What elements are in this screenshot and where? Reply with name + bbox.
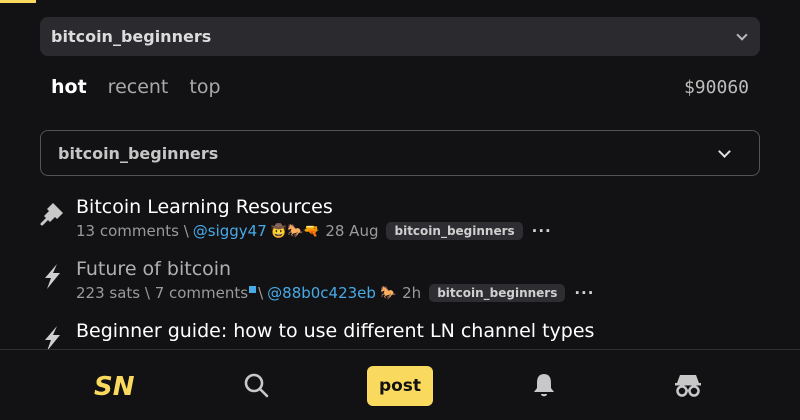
bell-icon[interactable]: [532, 372, 556, 398]
user-badges: 🐎: [379, 285, 397, 301]
tab-top[interactable]: top: [189, 76, 220, 98]
item-meta: 223 sats \ 7 comments \ @88b0c423eb 🐎 2h…: [76, 284, 594, 302]
item-user[interactable]: @88b0c423eb: [267, 284, 376, 302]
bottom-nav: SN post: [0, 349, 800, 420]
tab-recent[interactable]: recent: [108, 76, 169, 98]
item-time[interactable]: 28 Aug: [325, 222, 378, 240]
territory-select-value: bitcoin_beginners: [51, 27, 212, 46]
user-badges: 🤠🐎🔫: [270, 223, 320, 239]
item-title[interactable]: Beginner guide: how to use different LN …: [76, 320, 594, 342]
btc-price[interactable]: $90060: [684, 77, 749, 98]
item-time[interactable]: 2h: [402, 284, 421, 302]
territory-badge[interactable]: bitcoin_beginners: [429, 284, 566, 302]
item-comments[interactable]: 13 comments \: [76, 222, 189, 240]
more-options-icon[interactable]: ···: [574, 284, 594, 302]
top-accent-line: [0, 0, 36, 3]
territory-badge[interactable]: bitcoin_beginners: [386, 222, 523, 240]
item-title[interactable]: Bitcoin Learning Resources: [76, 196, 333, 218]
logo-text: SN: [94, 372, 135, 402]
new-comments-indicator: [249, 285, 257, 293]
territory-select[interactable]: bitcoin_beginners: [40, 17, 760, 56]
pin-icon: [40, 203, 63, 226]
search-icon[interactable]: [243, 372, 269, 398]
item-meta: 13 comments \ @siggy47 🤠🐎🔫 28 Aug bitcoi…: [76, 222, 552, 240]
more-options-icon[interactable]: ···: [532, 222, 552, 240]
sn-logo-icon[interactable]: SN: [92, 368, 136, 402]
anon-icon[interactable]: [674, 372, 702, 398]
item-title[interactable]: Future of bitcoin: [76, 258, 231, 280]
tab-hot[interactable]: hot: [51, 76, 87, 98]
filter-select[interactable]: bitcoin_beginners: [40, 130, 760, 176]
sort-tabs: hot recent top: [51, 76, 221, 98]
item-user[interactable]: @siggy47: [193, 222, 267, 240]
chevron-down-icon: [718, 144, 731, 158]
chevron-down-icon: [736, 28, 748, 41]
separator: \: [258, 284, 264, 302]
lightning-icon: [45, 264, 60, 289]
filter-select-value: bitcoin_beginners: [58, 143, 219, 163]
item-sats-comments[interactable]: 223 sats \ 7 comments: [76, 284, 248, 302]
post-button[interactable]: post: [367, 366, 433, 406]
